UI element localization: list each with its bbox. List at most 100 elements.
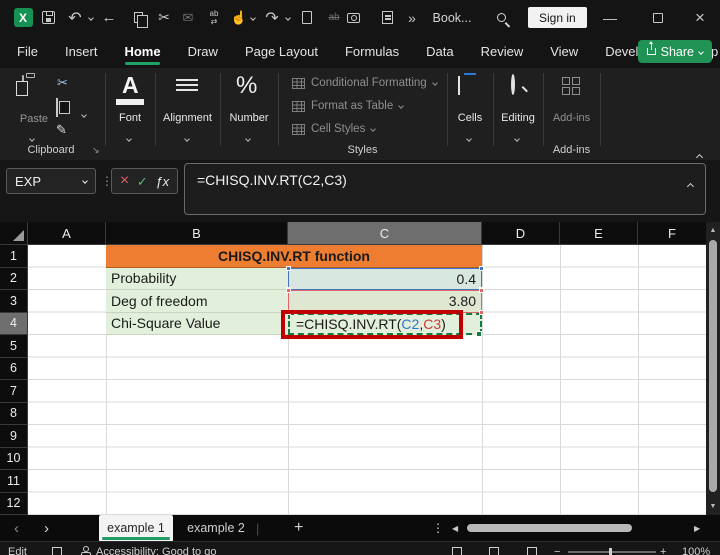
- paste-button[interactable]: [22, 75, 24, 94]
- font-letter-icon[interactable]: A: [122, 74, 139, 97]
- cancel-icon[interactable]: ×: [120, 173, 129, 189]
- new-document-icon[interactable]: [299, 0, 315, 35]
- minimize-button[interactable]: —: [602, 0, 618, 35]
- tab-view[interactable]: View: [549, 35, 579, 68]
- format-painter-icon[interactable]: ✎: [56, 122, 67, 138]
- tab-formulas[interactable]: Formulas: [344, 35, 400, 68]
- sign-in-button[interactable]: Sign in: [528, 7, 587, 28]
- hscroll-left-icon[interactable]: ◀: [452, 515, 458, 541]
- strikethrough-icon[interactable]: ab: [325, 0, 343, 35]
- tab-data[interactable]: Data: [425, 35, 454, 68]
- column-header-f[interactable]: F: [638, 222, 706, 245]
- number-dropdown-icon[interactable]: [245, 128, 251, 146]
- save-icon[interactable]: [38, 0, 58, 35]
- copy-button-icon[interactable]: [56, 98, 58, 117]
- tab-insert[interactable]: Insert: [64, 35, 99, 68]
- camera-icon[interactable]: [344, 0, 362, 35]
- column-header-c[interactable]: C: [288, 222, 482, 245]
- alignment-dropdown-icon[interactable]: [184, 128, 190, 146]
- row-header-5[interactable]: 5: [0, 335, 28, 358]
- cell-c2[interactable]: 0.4: [286, 265, 484, 292]
- row-header-6[interactable]: 6: [0, 357, 28, 380]
- sheet-options-icon[interactable]: ⋮: [432, 515, 444, 541]
- clipboard-dialog-launcher-icon[interactable]: ↘: [92, 145, 100, 156]
- undo-icon[interactable]: ↶: [66, 0, 84, 35]
- cell-styles-button[interactable]: Cell Styles: [292, 123, 377, 135]
- column-header-b[interactable]: B: [106, 222, 288, 245]
- cut-button-icon[interactable]: ✂: [57, 75, 68, 91]
- column-header-a[interactable]: A: [28, 222, 106, 245]
- add-ins-button[interactable]: Add-ins: [543, 112, 600, 124]
- row-header-11[interactable]: 11: [0, 470, 28, 493]
- alignment-icon[interactable]: [176, 79, 198, 94]
- alignment-group-button[interactable]: Alignment: [155, 112, 220, 124]
- cut-icon[interactable]: ✂: [155, 0, 173, 35]
- maximize-button[interactable]: [650, 0, 666, 35]
- collapse-formula-bar-icon[interactable]: [686, 176, 695, 194]
- conditional-formatting-button[interactable]: Conditional Formatting: [292, 77, 438, 89]
- zoom-in-icon[interactable]: +: [660, 546, 666, 555]
- sheet-tab-example-1[interactable]: example 1: [99, 515, 173, 541]
- search-icon[interactable]: [492, 0, 510, 35]
- normal-view-icon[interactable]: [452, 547, 462, 555]
- print-preview-icon[interactable]: [379, 0, 395, 35]
- row-header-2[interactable]: 2: [0, 267, 28, 290]
- undo-dropdown-icon[interactable]: [86, 0, 96, 35]
- row-header-8[interactable]: 8: [0, 402, 28, 425]
- row-header-4[interactable]: 4: [0, 312, 28, 335]
- previous-sheet-icon[interactable]: ‹: [14, 515, 19, 541]
- zoom-level[interactable]: 100%: [682, 546, 710, 555]
- cell-b1-title[interactable]: CHISQ.INV.RT function: [106, 245, 482, 268]
- cells-group-button[interactable]: Cells: [447, 112, 493, 124]
- copy-icon[interactable]: [129, 0, 148, 35]
- new-sheet-button[interactable]: +: [294, 515, 303, 541]
- cell-b3[interactable]: Deg of freedom: [106, 290, 288, 313]
- accessibility-status[interactable]: Accessibility: Good to go: [96, 546, 216, 555]
- enter-icon[interactable]: ✓: [137, 175, 148, 188]
- copy-dropdown-icon[interactable]: [81, 104, 87, 122]
- touch-mode-icon[interactable]: ☝: [231, 0, 247, 35]
- share-button[interactable]: Share: [637, 40, 712, 63]
- column-header-e[interactable]: E: [560, 222, 638, 245]
- vertical-scrollbar[interactable]: ▲ ▼: [706, 222, 720, 515]
- cells-dropdown-icon[interactable]: [466, 128, 472, 146]
- tab-page-layout[interactable]: Page Layout: [244, 35, 319, 68]
- row-header-9[interactable]: 9: [0, 425, 28, 448]
- sheet-tab-example-2[interactable]: example 2: [182, 515, 250, 541]
- redo-dropdown-icon[interactable]: [283, 0, 293, 35]
- scroll-up-icon[interactable]: ▲: [706, 227, 720, 234]
- row-header-10[interactable]: 10: [0, 447, 28, 470]
- page-layout-view-icon[interactable]: [489, 547, 499, 555]
- row-header-3[interactable]: 3: [0, 290, 28, 313]
- row-header-12[interactable]: 12: [0, 492, 28, 515]
- zoom-out-icon[interactable]: −: [554, 546, 560, 555]
- tab-home[interactable]: Home: [123, 35, 161, 68]
- number-percent-icon[interactable]: %: [236, 74, 257, 98]
- tab-review[interactable]: Review: [480, 35, 525, 68]
- tab-file[interactable]: File: [16, 35, 39, 68]
- page-break-view-icon[interactable]: [527, 547, 537, 555]
- font-dropdown-icon[interactable]: [126, 128, 132, 146]
- format-as-table-button[interactable]: Format as Table: [292, 100, 405, 112]
- row-header-1[interactable]: 1: [0, 245, 28, 268]
- cell-b4[interactable]: Chi-Square Value: [106, 312, 288, 335]
- vertical-scrollbar-thumb[interactable]: [709, 240, 717, 492]
- editing-group-button[interactable]: Editing: [493, 112, 543, 124]
- editing-icon[interactable]: [511, 74, 515, 95]
- excel-app-icon[interactable]: X: [12, 0, 34, 35]
- next-sheet-icon[interactable]: ›: [44, 515, 49, 541]
- scroll-down-icon[interactable]: ▼: [706, 503, 720, 510]
- macro-record-icon[interactable]: [52, 547, 62, 555]
- fill-handle[interactable]: [476, 331, 482, 337]
- select-all-button[interactable]: [0, 222, 28, 245]
- zoom-slider-thumb[interactable]: [609, 548, 612, 555]
- column-header-d[interactable]: D: [482, 222, 560, 245]
- zoom-slider[interactable]: [568, 551, 656, 553]
- redo-icon[interactable]: ↷: [263, 0, 281, 35]
- cells-icon[interactable]: [458, 76, 460, 95]
- row-header-7[interactable]: 7: [0, 380, 28, 403]
- formula-input[interactable]: =CHISQ.INV.RT(C2,C3): [184, 163, 706, 215]
- name-box[interactable]: EXP: [6, 168, 96, 194]
- number-group-button[interactable]: Number: [220, 112, 278, 124]
- mail-icon[interactable]: ✉: [179, 0, 197, 35]
